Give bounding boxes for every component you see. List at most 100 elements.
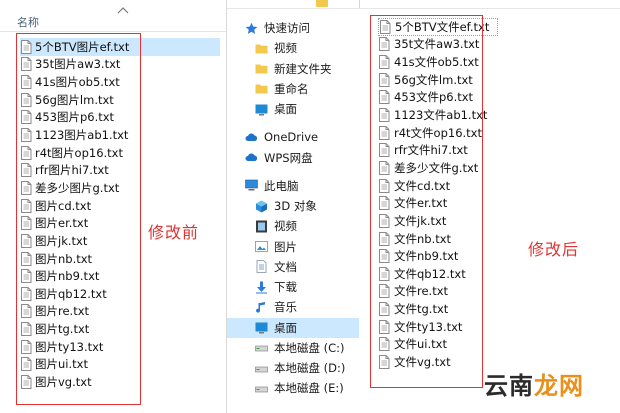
- name-column-label[interactable]: 名称: [17, 14, 39, 30]
- watermark-part1: 云南: [484, 371, 534, 400]
- file-row[interactable]: 文件re.txt: [378, 283, 498, 301]
- file-row[interactable]: 文件er.txt: [378, 194, 498, 212]
- file-row[interactable]: 文件cd.txt: [378, 177, 498, 195]
- file-row[interactable]: 图片nb9.txt: [20, 267, 220, 285]
- nav-item[interactable]: 快速访问: [227, 18, 359, 38]
- nav-item[interactable]: 视频: [227, 216, 359, 236]
- text-file-icon: [378, 284, 390, 299]
- file-row[interactable]: 文件jk.txt: [378, 212, 498, 230]
- text-file-icon: [378, 319, 390, 334]
- nav-item[interactable]: 音乐: [227, 297, 359, 317]
- nav-item[interactable]: 文档: [227, 257, 359, 277]
- nav-item[interactable]: 本地磁盘 (D:): [227, 358, 359, 378]
- file-name: 文件vg.txt: [394, 354, 451, 369]
- nav-item-label: 视频: [274, 41, 297, 56]
- file-name: 图片ui.txt: [35, 357, 88, 372]
- file-name: 35t图片aw3.txt: [35, 57, 121, 72]
- file-row[interactable]: 文件tg.txt: [378, 300, 498, 318]
- text-file-icon: [378, 37, 390, 52]
- file-row[interactable]: 图片tg.txt: [20, 320, 220, 338]
- nav-item[interactable]: 本地磁盘 (C:): [227, 338, 359, 358]
- file-name: 图片nb.txt: [35, 251, 93, 266]
- nav-item[interactable]: WPS网盘: [227, 148, 359, 168]
- file-name: 差多少图片g.txt: [35, 180, 120, 195]
- file-name: 35t文件aw3.txt: [394, 37, 480, 52]
- folder-icon: [316, 0, 328, 7]
- text-file-icon: [20, 110, 32, 125]
- file-name: 文件ui.txt: [394, 337, 447, 352]
- file-row[interactable]: 1123文件ab1.txt: [378, 106, 498, 124]
- file-name: 文件ty13.txt: [394, 319, 463, 334]
- text-file-icon: [20, 251, 32, 266]
- text-file-icon: [20, 374, 32, 389]
- file-row[interactable]: rfr文件hi7.txt: [378, 141, 498, 159]
- file-row[interactable]: 文件vg.txt: [378, 353, 498, 371]
- nav-item[interactable]: 图片: [227, 237, 359, 257]
- file-row[interactable]: 1123图片ab1.txt: [20, 126, 220, 144]
- text-file-icon: [378, 108, 390, 123]
- file-row[interactable]: 图片vg.txt: [20, 373, 220, 391]
- text-file-icon: [20, 128, 32, 143]
- file-row[interactable]: 文件nb.txt: [378, 230, 498, 248]
- file-row[interactable]: 文件qb12.txt: [378, 265, 498, 283]
- cloud-icon: [245, 151, 258, 164]
- file-name: rfr图片hi7.txt: [35, 163, 109, 178]
- nav-item[interactable]: 3D 对象: [227, 196, 359, 216]
- file-name: 图片cd.txt: [35, 198, 92, 213]
- file-name: 453文件p6.txt: [394, 90, 474, 105]
- column-header[interactable]: 名称: [0, 0, 226, 32]
- file-row[interactable]: 41s文件ob5.txt: [378, 53, 498, 71]
- file-row[interactable]: 图片ty13.txt: [20, 338, 220, 356]
- text-file-icon: [20, 92, 32, 107]
- file-name: 图片nb9.txt: [35, 269, 100, 284]
- address-strip: [227, 0, 620, 9]
- file-row[interactable]: 图片nb.txt: [20, 250, 220, 268]
- text-file-icon: [378, 266, 390, 281]
- drive-icon: [255, 362, 268, 375]
- file-name: 图片ty13.txt: [35, 339, 104, 354]
- file-row[interactable]: 图片ui.txt: [20, 356, 220, 374]
- nav-item[interactable]: OneDrive: [227, 127, 359, 147]
- nav-item[interactable]: 此电脑: [227, 176, 359, 196]
- nav-item[interactable]: 新建文件夹: [227, 59, 359, 79]
- nav-item[interactable]: 重命名: [227, 79, 359, 99]
- nav-item[interactable]: 本地磁盘 (E:): [227, 378, 359, 398]
- text-file-icon: [378, 72, 390, 87]
- file-row[interactable]: 文件ty13.txt: [378, 318, 498, 336]
- text-file-icon: [378, 249, 390, 264]
- file-row[interactable]: 图片re.txt: [20, 303, 220, 321]
- text-file-icon: [378, 302, 390, 317]
- nav-item[interactable]: 视频: [227, 38, 359, 58]
- file-row[interactable]: 5个BTV图片ef.txt: [20, 38, 220, 56]
- nav-item-label: 本地磁盘 (E:): [274, 381, 344, 396]
- file-row[interactable]: r4t文件op16.txt: [378, 124, 498, 142]
- file-name: r4t图片op16.txt: [35, 145, 124, 160]
- file-row[interactable]: 56g文件lm.txt: [378, 71, 498, 89]
- file-row[interactable]: 差多少文件g.txt: [378, 159, 498, 177]
- file-row[interactable]: 56g图片lm.txt: [20, 91, 220, 109]
- nav-item[interactable]: 桌面: [227, 317, 359, 338]
- file-row[interactable]: 453图片p6.txt: [20, 109, 220, 127]
- file-row[interactable]: 图片cd.txt: [20, 197, 220, 215]
- file-row[interactable]: rfr图片hi7.txt: [20, 161, 220, 179]
- text-file-icon: [378, 125, 390, 140]
- file-name: 图片er.txt: [35, 216, 89, 231]
- file-row[interactable]: 差多少图片g.txt: [20, 179, 220, 197]
- file-row[interactable]: 5个BTV文件ef.txt: [378, 18, 498, 36]
- text-file-icon: [378, 337, 390, 352]
- file-row[interactable]: 35t文件aw3.txt: [378, 36, 498, 54]
- video-icon: [255, 220, 268, 233]
- nav-item[interactable]: 桌面: [227, 99, 359, 119]
- file-row[interactable]: 文件nb9.txt: [378, 247, 498, 265]
- file-row[interactable]: 图片qb12.txt: [20, 285, 220, 303]
- file-row[interactable]: 35t图片aw3.txt: [20, 56, 220, 74]
- pane-divider: [359, 0, 360, 8]
- file-row[interactable]: 41s图片ob5.txt: [20, 73, 220, 91]
- nav-item[interactable]: 下载: [227, 277, 359, 297]
- file-row[interactable]: 453文件p6.txt: [378, 89, 498, 107]
- file-row[interactable]: r4t图片op16.txt: [20, 144, 220, 162]
- drive-icon: [255, 341, 268, 354]
- file-row[interactable]: 文件ui.txt: [378, 336, 498, 354]
- text-file-icon: [378, 55, 390, 70]
- text-file-icon: [20, 286, 32, 301]
